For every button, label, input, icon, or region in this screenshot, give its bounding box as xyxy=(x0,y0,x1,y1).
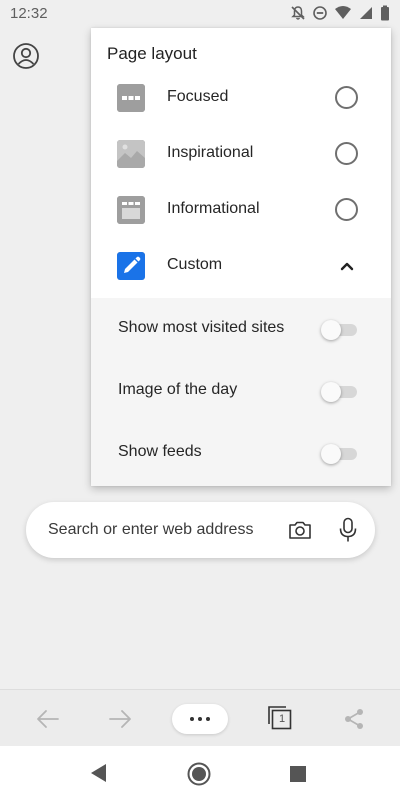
toggle-thumb xyxy=(321,444,341,464)
informational-radio[interactable] xyxy=(335,198,358,221)
focused-layout-icon xyxy=(117,84,145,112)
more-button[interactable] xyxy=(172,704,228,734)
layout-option-focused[interactable]: Focused xyxy=(91,70,391,126)
camera-icon[interactable] xyxy=(288,518,312,542)
bottom-toolbar: 1 xyxy=(0,689,400,746)
chevron-up-icon[interactable] xyxy=(337,256,357,276)
system-nav-bar xyxy=(0,746,400,800)
layout-option-custom[interactable]: Custom xyxy=(91,238,391,294)
search-bar[interactable]: Search or enter web address xyxy=(26,502,375,558)
notifications-off-icon xyxy=(291,6,305,20)
setting-label: Show feeds xyxy=(118,443,202,460)
do-not-disturb-icon xyxy=(313,6,327,20)
back-icon[interactable] xyxy=(35,706,61,732)
informational-layout-icon xyxy=(117,196,145,224)
setting-row-most-visited[interactable]: Show most visited sites xyxy=(91,298,391,360)
recents-square-icon[interactable] xyxy=(289,765,307,783)
home-circle-icon[interactable] xyxy=(186,761,212,787)
layout-option-label: Focused xyxy=(167,88,229,105)
forward-icon[interactable] xyxy=(107,706,133,732)
layout-option-label: Custom xyxy=(167,256,223,273)
signal-icon xyxy=(360,7,372,19)
battery-icon xyxy=(381,5,389,21)
focused-radio[interactable] xyxy=(335,86,358,109)
setting-row-image-of-day[interactable]: Image of the day xyxy=(91,360,391,422)
more-icon xyxy=(190,717,210,721)
layout-option-inspirational[interactable]: Inspirational xyxy=(91,126,391,182)
panel-title: Page layout xyxy=(107,44,197,63)
setting-label: Image of the day xyxy=(118,381,238,398)
back-triangle-icon[interactable] xyxy=(90,763,108,783)
toggle-thumb xyxy=(321,320,341,340)
custom-settings-section: Show most visited sites Image of the day… xyxy=(91,298,391,486)
setting-label: Show most visited sites xyxy=(118,319,285,336)
microphone-icon[interactable] xyxy=(338,517,358,543)
setting-row-show-feeds[interactable]: Show feeds xyxy=(91,422,391,484)
inspirational-radio[interactable] xyxy=(335,142,358,165)
search-input[interactable]: Search or enter web address xyxy=(48,521,253,539)
most-visited-toggle[interactable] xyxy=(321,320,357,340)
image-of-day-toggle[interactable] xyxy=(321,382,357,402)
share-icon[interactable] xyxy=(341,706,367,732)
custom-layout-pencil-icon xyxy=(117,252,145,280)
status-icons xyxy=(290,5,390,21)
profile-icon[interactable] xyxy=(12,42,40,70)
status-bar: 12:32 xyxy=(0,0,400,28)
tabs-button[interactable]: 1 xyxy=(267,705,293,731)
layout-option-label: Informational xyxy=(167,200,260,217)
toggle-thumb xyxy=(321,382,341,402)
wifi-icon xyxy=(335,6,351,19)
status-time: 12:32 xyxy=(10,5,48,22)
show-feeds-toggle[interactable] xyxy=(321,444,357,464)
page-layout-panel: Page layout Focused Inspirational Inform… xyxy=(91,28,391,486)
tabs-count: 1 xyxy=(278,713,286,725)
inspirational-layout-icon xyxy=(117,140,145,168)
layout-option-label: Inspirational xyxy=(167,144,254,161)
layout-option-informational[interactable]: Informational xyxy=(91,182,391,238)
